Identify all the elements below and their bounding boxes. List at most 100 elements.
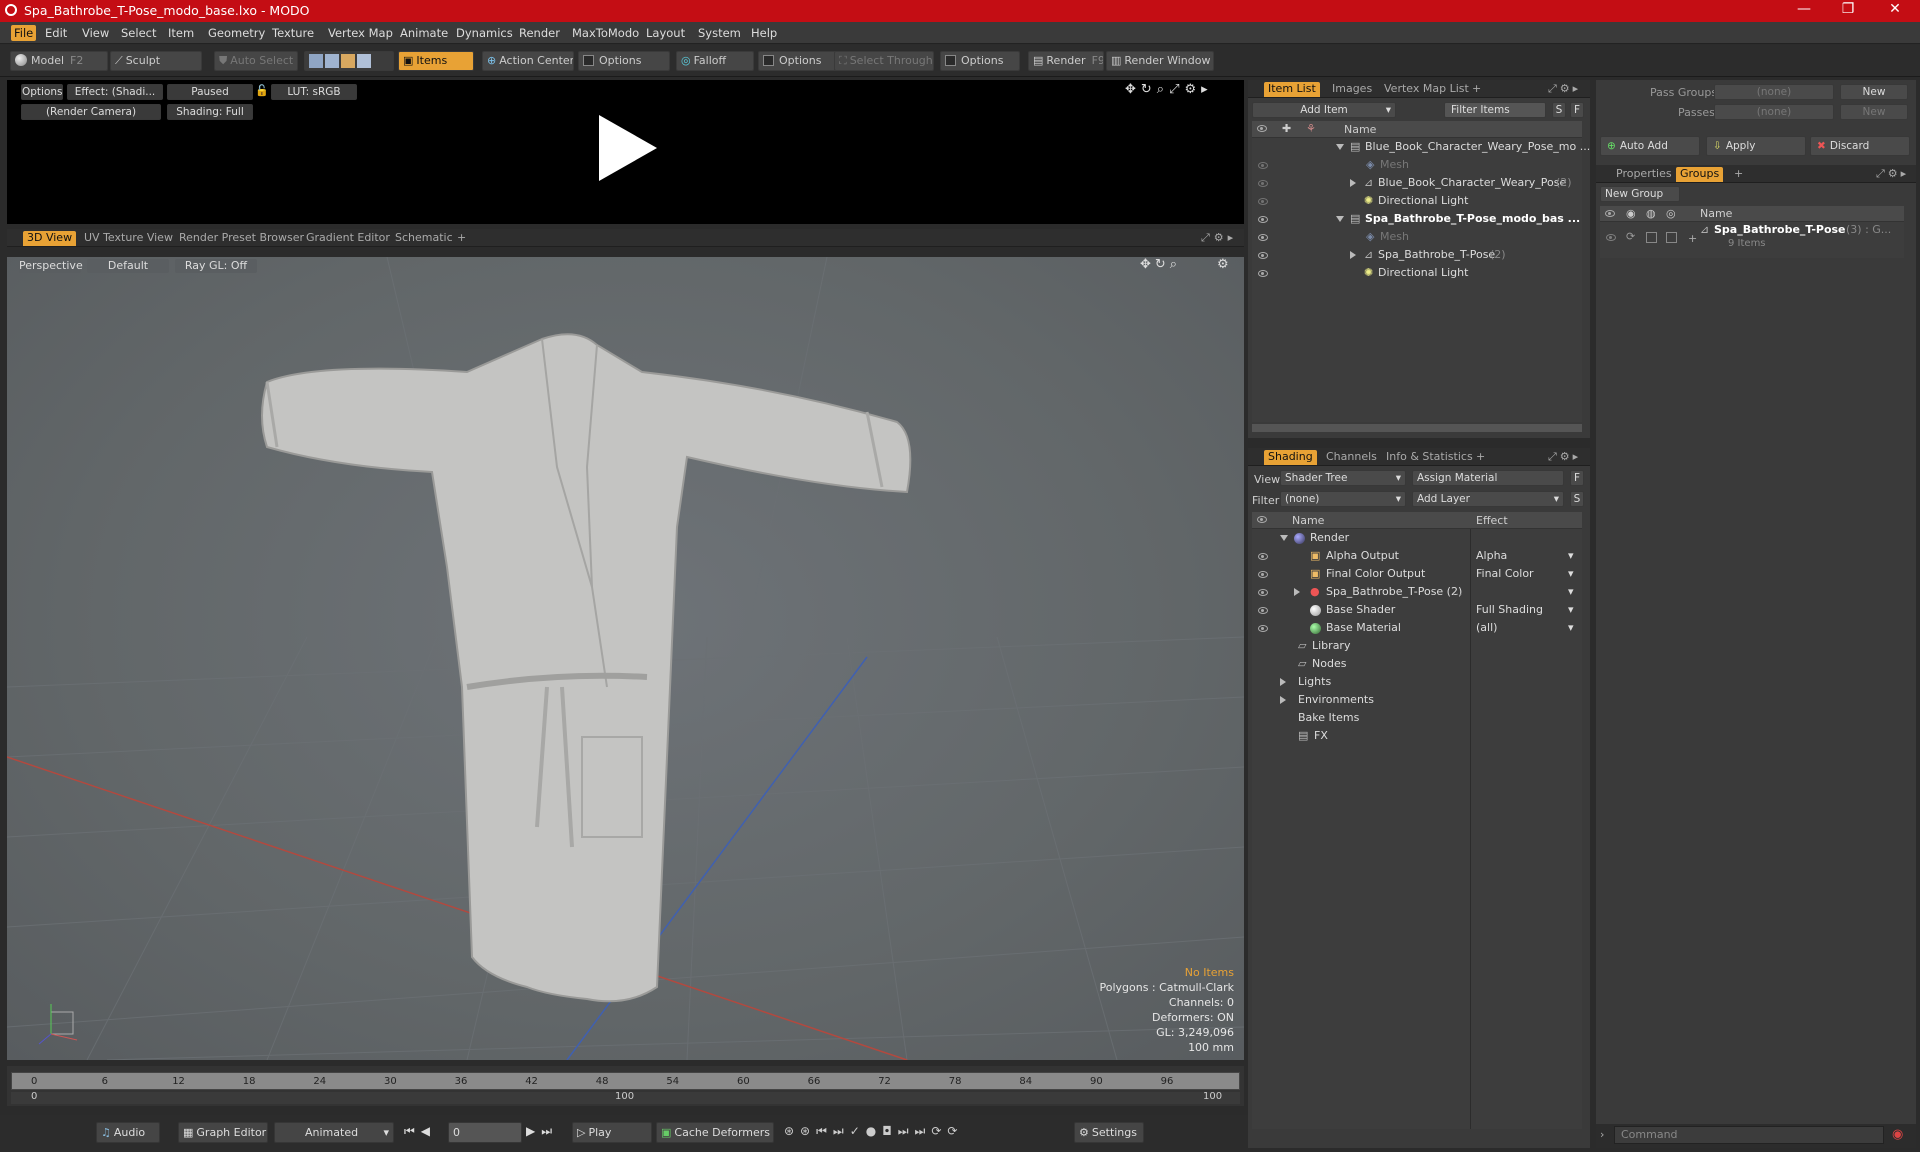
tab-channels[interactable]: Channels — [1322, 450, 1381, 465]
shader-row-alpha-output[interactable]: ▣ Alpha Output Alpha ▾ — [1252, 547, 1582, 565]
range-bar[interactable]: 0 100 100 — [11, 1091, 1240, 1104]
frame-field[interactable]: 0 — [448, 1122, 522, 1143]
expand-icon[interactable] — [1350, 251, 1356, 259]
transport-forward-icons[interactable]: ▶⏭ — [526, 1124, 558, 1139]
tab-shading[interactable]: Shading — [1264, 450, 1317, 465]
viewport-nav-icons[interactable]: ✥↻⌕ — [1140, 257, 1181, 272]
menu-item[interactable]: Item — [165, 25, 197, 41]
graph-editor-button[interactable]: ▦ Graph Editor — [178, 1122, 268, 1143]
dropdown-arrow-icon[interactable]: ▾ — [1568, 601, 1574, 619]
filter-items-input[interactable]: Filter Items — [1444, 102, 1546, 118]
menu-select[interactable]: Select — [118, 25, 159, 41]
tab-uv-texture-view[interactable]: UV Texture View — [80, 231, 177, 246]
shader-row-render[interactable]: Render — [1252, 529, 1582, 547]
preview-options-button[interactable]: Options — [21, 84, 63, 100]
falloff-button[interactable]: ◎ Falloff — [676, 51, 754, 71]
select-toggle-icon[interactable] — [1666, 232, 1677, 243]
filter-f-button[interactable]: F — [1570, 102, 1584, 118]
expand-icon[interactable] — [1280, 678, 1286, 686]
add-layer-dropdown[interactable]: Add Layer ▾ — [1412, 491, 1564, 507]
horizontal-scrollbar[interactable] — [1252, 424, 1582, 432]
visibility-toggle-icon[interactable] — [1258, 234, 1268, 241]
dropdown-arrow-icon[interactable]: ▾ — [1568, 583, 1574, 601]
maximize-button[interactable]: ❐ — [1828, 1, 1868, 17]
dropdown-arrow-icon[interactable]: ▾ — [1568, 619, 1574, 637]
menu-help[interactable]: Help — [748, 25, 780, 41]
preview-nav-icons[interactable]: ✥↻⌕⤢⚙▸ — [1125, 82, 1213, 97]
menu-file[interactable]: File — [11, 25, 37, 41]
assign-material-button[interactable]: Assign Material — [1412, 470, 1564, 486]
expand-icon[interactable]: + — [1688, 232, 1697, 245]
visibility-toggle-icon[interactable] — [1258, 216, 1268, 223]
vertices-mode-icon[interactable] — [309, 54, 323, 68]
new-group-button[interactable]: New Group — [1600, 186, 1680, 202]
pass-groups-dropdown[interactable]: (none) — [1714, 84, 1834, 100]
tab-vertex-map-list[interactable]: Vertex Map List — [1380, 82, 1473, 97]
command-input[interactable]: Command — [1614, 1126, 1884, 1144]
menu-maxtomodo[interactable]: MaxToModo — [569, 25, 642, 41]
falloff-options-button[interactable]: Options — [758, 51, 838, 71]
visibility-toggle-icon[interactable] — [1258, 162, 1268, 169]
style-dropdown[interactable]: Default — [87, 259, 169, 273]
view-dropdown[interactable]: Shader Tree ▾ — [1280, 470, 1406, 486]
items-mode-button[interactable]: ▣ Items — [398, 51, 474, 71]
lock-icon[interactable]: 🔓 — [255, 84, 269, 97]
panel-gear-icon[interactable]: ⤢⚙▸ — [1872, 167, 1913, 182]
animated-dropdown[interactable]: Animated ▾ — [274, 1122, 394, 1143]
command-expand-icon[interactable]: › — [1600, 1128, 1604, 1141]
menu-animate[interactable]: Animate — [397, 25, 451, 41]
discard-button[interactable]: ✖ Discard — [1810, 136, 1910, 156]
add-tab-button[interactable]: + — [1468, 82, 1485, 97]
visibility-toggle-icon[interactable] — [1258, 589, 1268, 596]
new-pass-button[interactable]: New — [1840, 104, 1908, 120]
tab-groups[interactable]: Groups — [1676, 167, 1724, 182]
materials-mode-icon[interactable] — [357, 54, 371, 68]
visibility-toggle-icon[interactable] — [1258, 180, 1268, 187]
shader-row-library[interactable]: ▱ Library — [1252, 637, 1582, 655]
shader-row-base-shader[interactable]: Base Shader Full Shading ▾ — [1252, 601, 1582, 619]
expand-gear-icon[interactable]: ⤢⚙▸ — [1197, 231, 1241, 246]
visibility-toggle-icon[interactable] — [1258, 553, 1268, 560]
tree-row-mesh-1[interactable]: ◈ Mesh — [1252, 156, 1582, 174]
dropdown-arrow-icon[interactable]: ▾ — [1568, 547, 1574, 565]
selection-mode-buttons[interactable] — [304, 51, 394, 71]
visibility-toggle-icon[interactable] — [1606, 234, 1616, 241]
transport-back-icons[interactable]: ⏮◀ — [404, 1124, 436, 1139]
expand-icon[interactable] — [1294, 588, 1300, 596]
audio-button[interactable]: ♫ Audio — [96, 1122, 160, 1143]
tab-render-preset-browser[interactable]: Render Preset Browser — [175, 231, 308, 246]
perspective-dropdown[interactable]: Perspective — [19, 259, 83, 273]
shader-row-final-color-output[interactable]: ▣ Final Color Output Final Color ▾ — [1252, 565, 1582, 583]
preview-shading-dropdown[interactable]: Shading: Full — [167, 104, 253, 120]
panel-gear-icon[interactable]: ⤢⚙▸ — [1544, 450, 1585, 465]
timeline[interactable]: 0 6 12 18 24 30 36 42 48 54 60 66 72 78 84 90 96 0 100 1… — [7, 1066, 1244, 1106]
tab-gradient-editor[interactable]: Gradient Editor — [302, 231, 394, 246]
tab-schematic[interactable]: Schematic — [391, 231, 457, 246]
tab-properties[interactable]: Properties — [1612, 167, 1676, 182]
add-tab-button[interactable]: + — [1730, 167, 1747, 182]
render-window-button[interactable]: ▥ Render Window — [1106, 51, 1214, 71]
visibility-toggle-icon[interactable] — [1258, 198, 1268, 205]
collapse-icon[interactable] — [1280, 535, 1288, 541]
collapse-icon[interactable] — [1336, 144, 1344, 150]
menu-geometry[interactable]: Geometry — [205, 25, 268, 41]
select-through-button[interactable]: ⛶ Select Through — [834, 51, 934, 71]
action-center-options-button[interactable]: Options — [578, 51, 670, 71]
select-through-options-button[interactable]: Options — [940, 51, 1020, 71]
tab-info-statistics[interactable]: Info & Statistics — [1382, 450, 1477, 465]
cache-deformers-button[interactable]: ▣ Cache Deformers — [656, 1122, 774, 1143]
new-pass-group-button[interactable]: New — [1840, 84, 1908, 100]
shader-tree[interactable]: Render ▣ Alpha Output Alpha ▾ ▣ Final Color … — [1252, 529, 1582, 1129]
shader-row-environments[interactable]: Environments — [1252, 691, 1582, 709]
lock-toggle-icon[interactable] — [1646, 232, 1657, 243]
edges-mode-icon[interactable] — [325, 54, 339, 68]
menu-system[interactable]: System — [695, 25, 744, 41]
shader-row-bake-items[interactable]: Bake Items — [1252, 709, 1582, 727]
shader-row-lights[interactable]: Lights — [1252, 673, 1582, 691]
filter-s-button[interactable]: S — [1552, 102, 1566, 118]
tree-row-light-2[interactable]: ✺ Directional Light — [1252, 264, 1582, 282]
menu-view[interactable]: View — [79, 25, 112, 41]
viewport-gear-icon[interactable]: ⚙ — [1217, 257, 1229, 272]
tree-row-group-bathrobe[interactable]: ⊿ Spa_Bathrobe_T-Pose (2) — [1252, 246, 1582, 264]
add-tab-button[interactable]: + — [453, 231, 470, 246]
